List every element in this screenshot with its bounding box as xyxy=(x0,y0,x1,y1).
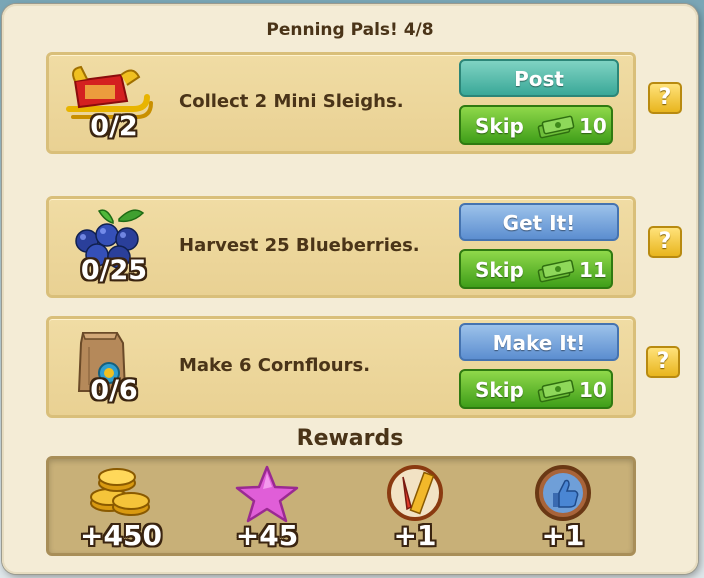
reward-value: +450 xyxy=(80,519,162,552)
task-row: 0/25 Harvest 25 Blueberries. Get It! Ski… xyxy=(46,196,636,298)
reward-likes: +1 xyxy=(513,463,613,553)
quest-dialog: Penning Pals! 4/8 0/2 Collect 2 Mini Sle… xyxy=(2,4,698,574)
skip-cost: 10 xyxy=(579,114,607,138)
skip-label: Skip xyxy=(475,378,524,402)
skip-cost: 10 xyxy=(579,378,607,402)
farm-cash-icon xyxy=(537,379,575,403)
skip-button[interactable]: Skip 10 xyxy=(459,105,613,145)
skip-label: Skip xyxy=(475,114,524,138)
task-progress: 0/6 xyxy=(90,375,138,406)
xp-star-icon xyxy=(235,465,299,523)
reward-value: +1 xyxy=(541,519,585,552)
get-it-button[interactable]: Get It! xyxy=(459,203,619,241)
reward-value: +1 xyxy=(393,519,437,552)
task-description: Make 6 Cornflours. xyxy=(179,355,371,376)
farm-cash-icon xyxy=(537,115,575,139)
reward-xp: +45 xyxy=(217,463,317,553)
skip-button[interactable]: Skip 11 xyxy=(459,249,613,289)
rewards-title: Rewards xyxy=(296,426,404,451)
post-button[interactable]: Post xyxy=(459,59,619,97)
task-progress: 0/2 xyxy=(90,111,138,142)
reward-value: +45 xyxy=(235,519,299,552)
skip-label: Skip xyxy=(475,258,524,282)
thumbs-up-icon xyxy=(535,465,591,521)
skip-button[interactable]: Skip 10 xyxy=(459,369,613,409)
reward-coins: +450 xyxy=(71,463,171,553)
task-row: 0/2 Collect 2 Mini Sleighs. Post Skip 10 xyxy=(46,52,636,154)
help-button[interactable]: ? xyxy=(648,226,682,258)
rewards-panel: +450 +45 +1 +1 xyxy=(46,456,636,556)
farm-cash-icon xyxy=(537,259,575,283)
task-description: Collect 2 Mini Sleighs. xyxy=(179,91,404,112)
gold-coins-icon xyxy=(90,468,150,516)
task-description: Harvest 25 Blueberries. xyxy=(179,235,420,256)
help-button[interactable]: ? xyxy=(646,346,680,378)
dialog-title: Penning Pals! 4/8 xyxy=(266,20,434,40)
reward-mastery: +1 xyxy=(365,463,465,553)
mastery-ruler-icon xyxy=(387,465,443,521)
help-button[interactable]: ? xyxy=(648,82,682,114)
skip-cost: 11 xyxy=(579,258,607,282)
task-row: 0/6 Make 6 Cornflours. Make It! Skip 10 xyxy=(46,316,636,418)
task-progress: 0/25 xyxy=(80,255,148,286)
make-it-button[interactable]: Make It! xyxy=(459,323,619,361)
